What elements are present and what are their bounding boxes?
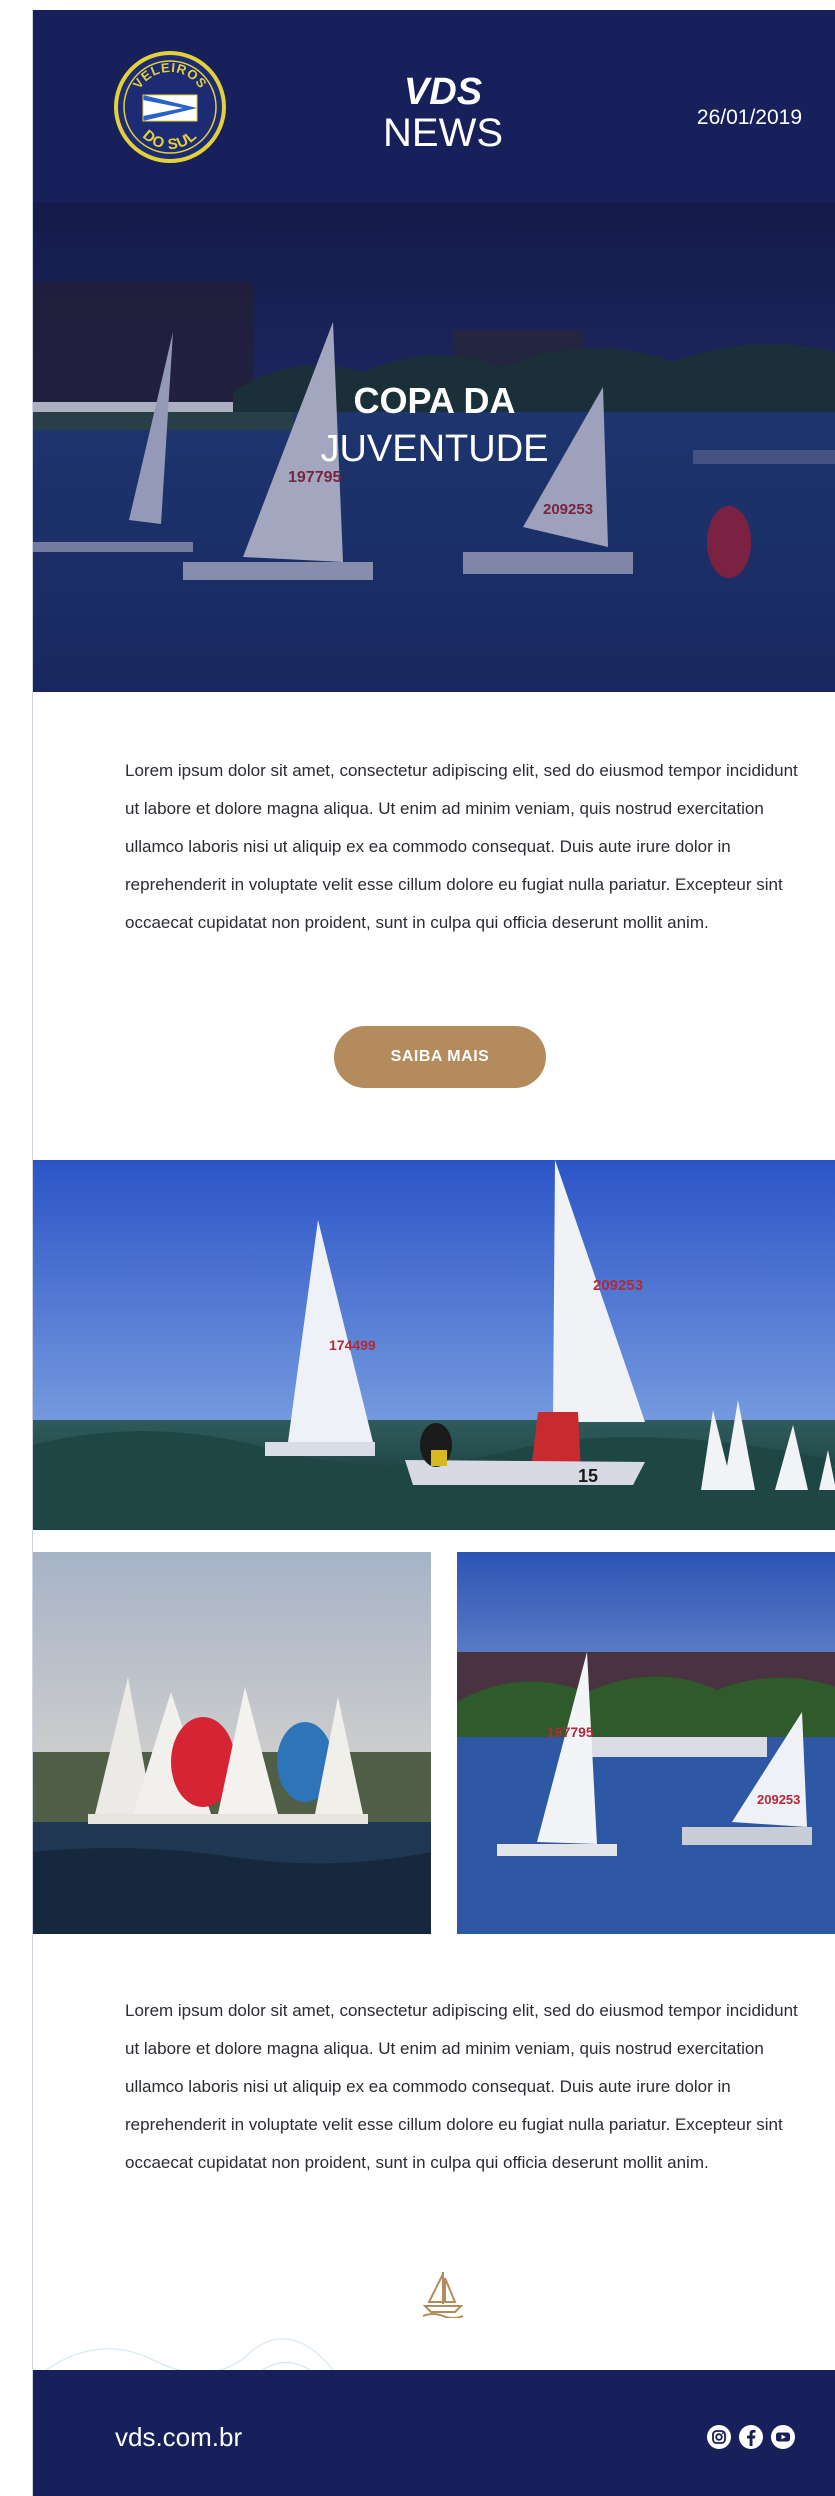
hero-title-line2: JUVENTUDE (320, 428, 549, 470)
hero-banner: 197795 209253 COPA DA JUVENTUDE (33, 202, 835, 692)
issue-date: 26/01/2019 (696, 106, 802, 129)
brand-vds: VDS (403, 71, 483, 113)
svg-text:174499: 174499 (329, 1337, 376, 1353)
svg-text:15: 15 (578, 1466, 598, 1486)
newsletter-brand: VDS NEWS (353, 72, 533, 154)
hero-title: COPA DA JUVENTUDE (33, 377, 835, 473)
site-link[interactable]: vds.com.br (115, 2422, 242, 2453)
footer: vds.com.br (33, 2370, 835, 2496)
header: VELEIROS DO SUL VDS NEWS 26/01/2019 (33, 10, 835, 202)
left-photo (33, 1552, 431, 1934)
right-photo: 197795 209253 (457, 1552, 835, 1934)
svg-text:209253: 209253 (593, 1277, 643, 1294)
club-logo[interactable]: VELEIROS DO SUL (113, 50, 227, 164)
newsletter-frame: VELEIROS DO SUL VDS NEWS 26/01/2019 1977… (32, 10, 835, 2496)
intro-paragraph: Lorem ipsum dolor sit amet, consectetur … (125, 761, 798, 932)
youtube-icon[interactable] (770, 2424, 796, 2450)
svg-text:197795: 197795 (547, 1724, 594, 1740)
svg-text:209253: 209253 (757, 1792, 800, 1807)
wide-photo: 174499 209253 15 (33, 1160, 835, 1530)
social-links (706, 2424, 796, 2450)
hero-title-line1: COPA DA (353, 380, 516, 421)
sailboat-icon (421, 2268, 465, 2319)
closing-paragraph: Lorem ipsum dolor sit amet, consectetur … (125, 2001, 798, 2172)
facebook-icon[interactable] (738, 2424, 764, 2450)
saiba-mais-button[interactable]: SAIBA MAIS (334, 1026, 546, 1088)
instagram-icon[interactable] (706, 2424, 732, 2450)
brand-news: NEWS (383, 111, 503, 155)
